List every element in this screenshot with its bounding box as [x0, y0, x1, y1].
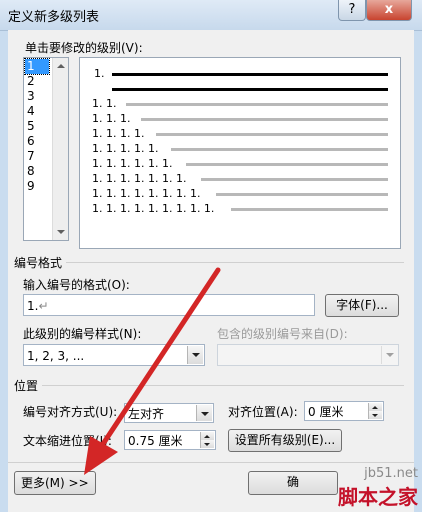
dialog-window: 定义新多级列表 ? x 单击要修改的级别(V): 123456789 1. 1. …: [0, 0, 422, 512]
arrow-shaft: [100, 267, 221, 447]
annotation-arrow: [84, 267, 221, 475]
watermark: jb51.net 脚本之家: [338, 466, 418, 510]
watermark-url: jb51.net: [364, 466, 418, 481]
arrow-head: [84, 436, 118, 475]
watermark-brand: 脚本之家: [338, 485, 418, 509]
